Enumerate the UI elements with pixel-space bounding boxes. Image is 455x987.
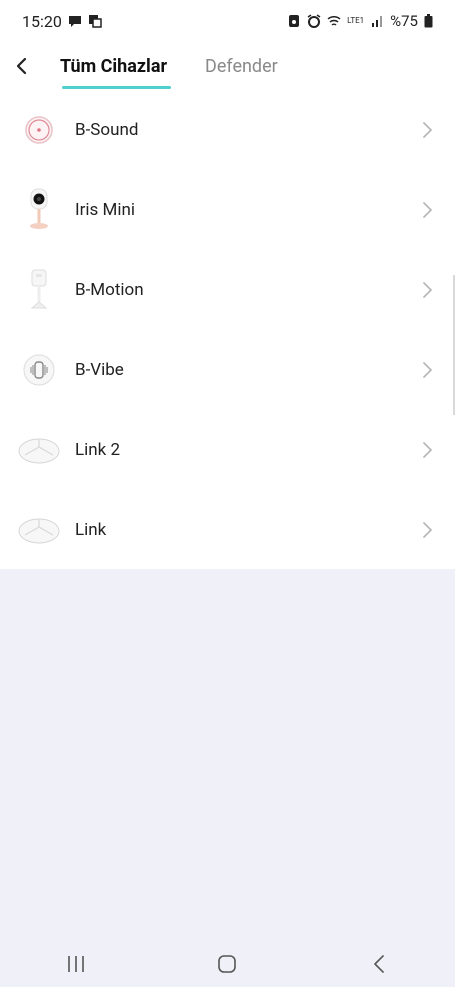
device-row-b-motion[interactable]: B-Motion — [0, 250, 455, 330]
device-list: B-Sound Iris Mini B-Motion B-Vibe Link 2 — [0, 90, 455, 569]
screen-mirror-icon — [88, 15, 102, 28]
empty-area — [0, 569, 455, 941]
recent-apps-icon — [68, 956, 84, 972]
active-tab-indicator — [62, 86, 172, 89]
back-icon — [374, 955, 384, 973]
iris-mini-camera-icon — [17, 188, 61, 232]
b-sound-device-icon — [17, 108, 61, 152]
chevron-right-icon — [423, 362, 432, 378]
home-button[interactable] — [197, 944, 257, 984]
chevron-right-icon — [423, 122, 432, 138]
tab-all-devices[interactable]: Tüm Cihazlar — [60, 44, 172, 89]
device-label: B-Vibe — [75, 360, 124, 380]
device-row-link[interactable]: Link — [0, 490, 455, 570]
signal-icon — [372, 16, 383, 27]
tab-defender-label: Defender — [205, 55, 278, 77]
chevron-left-icon — [16, 57, 27, 75]
b-vibe-sensor-icon — [17, 348, 61, 392]
device-label: Link — [75, 520, 107, 540]
device-label: B-Motion — [75, 280, 144, 300]
back-button[interactable] — [0, 44, 44, 88]
sim-lock-icon — [289, 15, 300, 27]
status-left: 15:20 — [22, 12, 102, 31]
network-type: LTE1 — [347, 16, 365, 25]
chevron-right-icon — [423, 442, 432, 458]
battery-icon — [424, 14, 433, 28]
tab-defender[interactable]: Defender — [205, 44, 278, 88]
tab-all-devices-label: Tüm Cihazlar — [60, 55, 168, 77]
alarm-icon — [307, 14, 321, 28]
b-motion-sensor-icon — [17, 268, 61, 312]
link-hub-icon — [17, 508, 61, 552]
device-row-link-2[interactable]: Link 2 — [0, 410, 455, 490]
wifi-icon — [327, 15, 341, 26]
system-back-button[interactable] — [349, 944, 409, 984]
chevron-right-icon — [423, 282, 432, 298]
recent-apps-button[interactable] — [46, 944, 106, 984]
link-2-hub-icon — [17, 428, 61, 472]
home-icon — [218, 955, 237, 973]
device-row-iris-mini[interactable]: Iris Mini — [0, 170, 455, 250]
device-label: Link 2 — [75, 440, 121, 460]
device-row-b-sound[interactable]: B-Sound — [0, 90, 455, 170]
device-label: Iris Mini — [75, 200, 136, 220]
status-right: LTE1 %75 — [287, 12, 433, 30]
chevron-right-icon — [423, 522, 432, 538]
header: Tüm Cihazlar Defender — [0, 42, 455, 90]
battery-percentage: %75 — [390, 12, 418, 30]
system-nav-bar — [0, 941, 455, 987]
device-label: B-Sound — [75, 120, 139, 140]
device-row-b-vibe[interactable]: B-Vibe — [0, 330, 455, 410]
chat-icon — [68, 16, 81, 27]
status-bar: 15:20 LTE1 %75 — [0, 0, 455, 42]
status-time: 15:20 — [22, 11, 62, 31]
chevron-right-icon — [423, 202, 432, 218]
